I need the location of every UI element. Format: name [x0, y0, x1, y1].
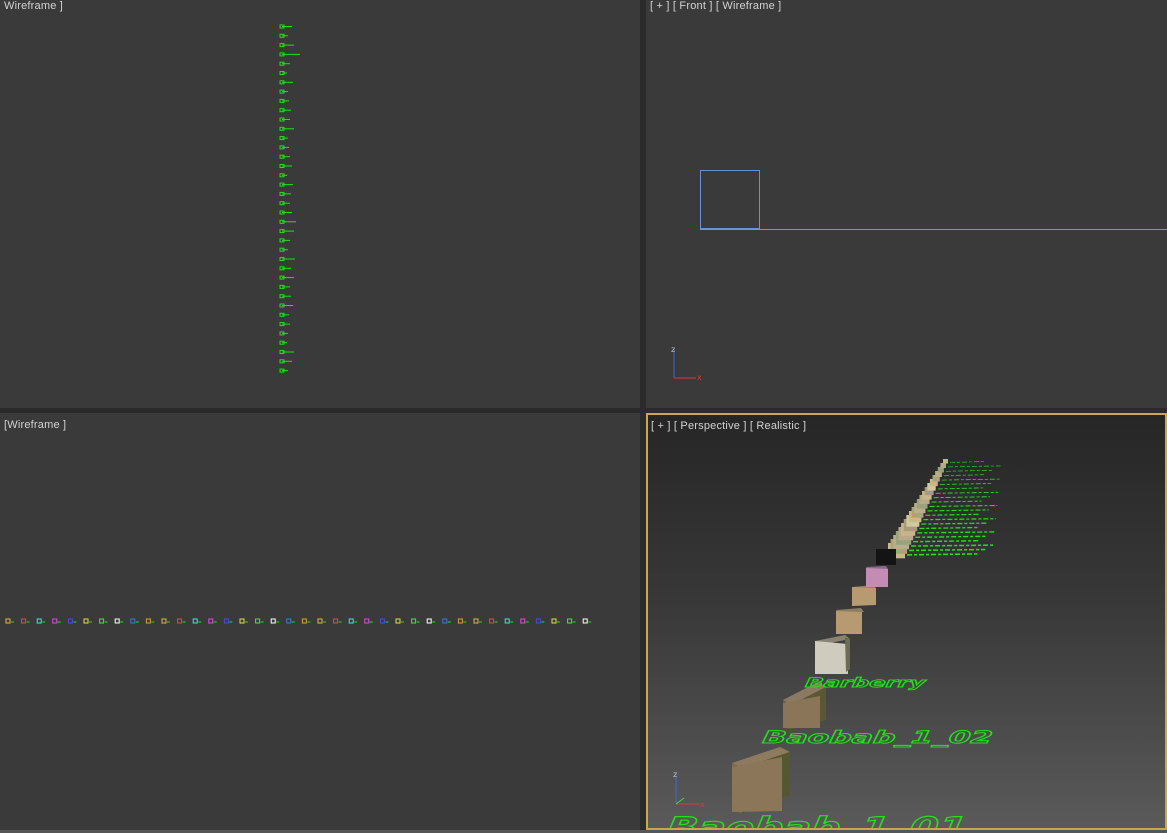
distant-label-line [921, 522, 988, 525]
cube-5 [852, 585, 876, 606]
cube-black [876, 549, 896, 565]
left-object-marker [21, 618, 27, 624]
distant-label-line [925, 513, 981, 516]
left-object-marker [333, 618, 339, 624]
left-object-marker [364, 618, 370, 624]
left-object-marker [504, 618, 510, 624]
distant-label-line [917, 531, 995, 534]
left-object-marker [473, 618, 479, 624]
cube-pink [866, 566, 888, 587]
left-object-marker [582, 618, 588, 624]
left-object-marker [5, 618, 11, 624]
viewport-front[interactable]: [ + ] [ Front ] [ Wireframe ] z x [646, 0, 1167, 408]
left-object-marker [551, 618, 557, 624]
distant-label-line [939, 483, 992, 485]
left-object-marker [395, 618, 401, 624]
distant-label-line [923, 518, 997, 521]
svg-text:x: x [700, 800, 705, 809]
left-object-marker [255, 618, 261, 624]
left-object-marker [520, 618, 526, 624]
left-object-marker [286, 618, 292, 624]
svg-text:z: z [671, 345, 675, 354]
left-object-marker [411, 618, 417, 624]
perspective-scene: Baobab_1_01 Baobab_1_02 Barberry z x [664, 459, 1001, 828]
svg-text:x: x [697, 373, 702, 382]
viewport-separator-vertical[interactable] [640, 0, 646, 833]
distant-objects [888, 459, 1001, 559]
left-object-marker [36, 618, 42, 624]
distant-label-line [929, 504, 998, 508]
distant-label-line [949, 461, 986, 463]
left-object-marker [161, 618, 167, 624]
left-view-objects [5, 618, 592, 624]
viewport-perspective[interactable]: [ + ] [ Perspective ] [ Realistic ] Baob… [646, 413, 1167, 830]
viewport-top[interactable]: Wireframe ] [0, 0, 640, 408]
distant-label-line [941, 478, 1000, 481]
left-object-marker [130, 618, 136, 624]
left-object-marker [208, 618, 214, 624]
distant-label-line [911, 544, 994, 547]
top-view-objects [279, 24, 300, 373]
front-object-box [700, 170, 760, 229]
left-object-marker [223, 618, 229, 624]
left-object-marker [192, 618, 198, 624]
left-object-marker [83, 618, 89, 624]
label-baobab-1-02: Baobab_1_02 [761, 728, 994, 748]
left-object-marker [567, 618, 573, 624]
distant-label-line [943, 474, 984, 477]
distant-cube [940, 463, 946, 469]
left-object-marker [52, 618, 58, 624]
left-object-marker [99, 618, 105, 624]
viewport-separator-horizontal[interactable] [0, 408, 1167, 413]
cube-barberry [815, 635, 850, 674]
label-barberry: Barberry [804, 676, 927, 691]
distant-label-line [947, 465, 1001, 468]
distant-label-line [909, 548, 986, 552]
distant-label-line [927, 509, 989, 512]
distant-cube [943, 459, 948, 464]
distant-label-line [931, 500, 982, 503]
left-object-marker [489, 618, 495, 624]
distant-label-line [945, 469, 993, 472]
label-baobab-1-01: Baobab_1_01 [665, 811, 970, 828]
front-view-scene: z x [671, 170, 1167, 382]
distant-label-line [915, 535, 987, 539]
left-object-marker [67, 618, 73, 624]
cube-baobab-1-01 [732, 747, 790, 813]
left-object-marker [317, 618, 323, 624]
axis-tripod-icon: z x [671, 345, 702, 382]
svg-text:z: z [673, 770, 677, 779]
left-object-marker [379, 618, 385, 624]
left-object-marker [535, 618, 541, 624]
left-object-marker [177, 618, 183, 624]
distant-label-line [919, 526, 980, 530]
left-object-marker [145, 618, 151, 624]
left-object-marker [301, 618, 307, 624]
left-object-marker [442, 618, 448, 624]
left-object-marker [114, 618, 120, 624]
left-object-marker [239, 618, 245, 624]
left-object-marker [270, 618, 276, 624]
left-object-marker [348, 618, 354, 624]
distant-label-line [937, 487, 983, 490]
distant-label-line [933, 496, 990, 499]
axis-tripod-icon: z x [673, 770, 705, 809]
cube-4 [836, 608, 864, 634]
distant-label-line [913, 539, 979, 543]
distant-label-line [935, 491, 999, 494]
viewport-left[interactable]: [Wireframe ] [0, 413, 640, 830]
left-object-marker [426, 618, 432, 624]
left-object-marker [457, 618, 463, 624]
distant-label-line [906, 553, 978, 556]
